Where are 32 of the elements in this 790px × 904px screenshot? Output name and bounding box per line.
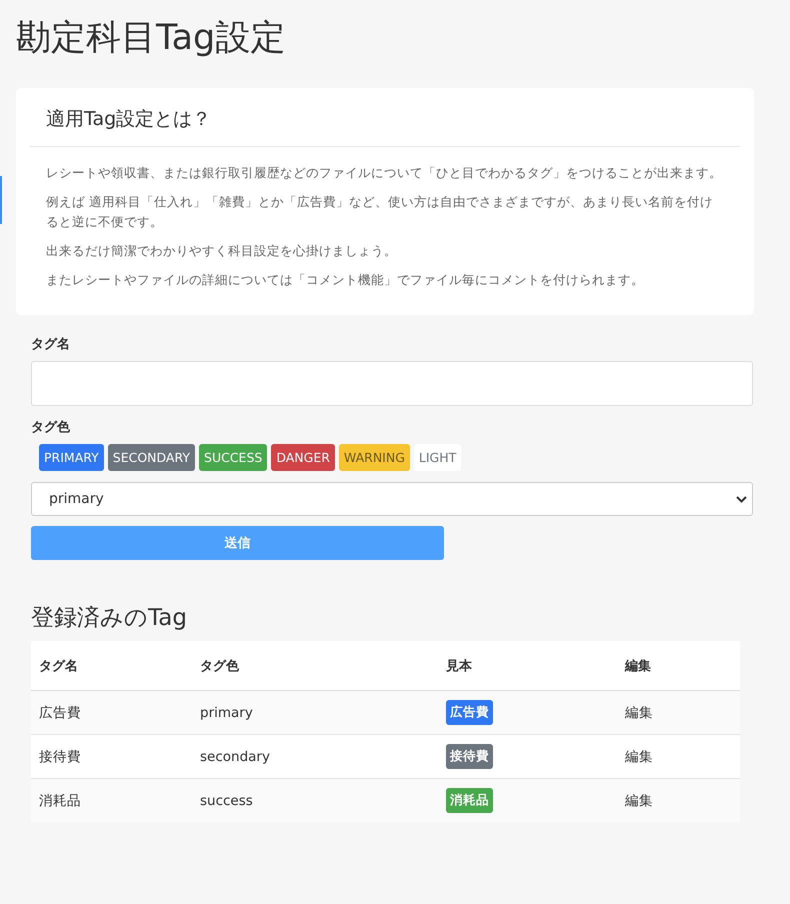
info-paragraph: 例えば 適用科目「仕入れ」「雑費」とか「広告費」など、使い方は自由でさまざまですが、あまり長い名前を付けると逆に不便です。 [46, 193, 714, 231]
table-cell: 接待費 [39, 748, 81, 764]
edit-link[interactable]: 編集 [625, 704, 653, 720]
info-paragraph: レシートや領収書、または銀行取引履歴などのファイルについて「ひと目でわかるタグ」をつけることが出来ます。 [46, 164, 723, 182]
page-title: 勘定科目Tag設定 [16, 17, 286, 60]
card-title: 適用Tag設定とは？ [45, 107, 212, 132]
tag-badge: 消耗品 [446, 788, 493, 813]
field-label: タグ名 [31, 336, 70, 353]
table-cell: success [200, 792, 253, 808]
color-option[interactable]: SECONDARY [108, 444, 196, 471]
color-option[interactable]: PRIMARY [39, 444, 104, 471]
color-option[interactable]: SUCCESS [199, 444, 268, 471]
submit-button[interactable]: 送信 [31, 526, 444, 560]
info-paragraph: またレシートやファイルの詳細については「コメント機能」でファイル毎にコメントを付けられます。 [46, 271, 645, 289]
tag-badge: 接待費 [446, 744, 493, 769]
table-cell: 消耗品 [39, 792, 81, 808]
section-title: 登録済みのTag [31, 604, 188, 633]
color-option[interactable]: WARNING [338, 444, 410, 471]
table-cell: primary [200, 704, 253, 720]
info-paragraph: 出来るだけ簡潔でわかりやすく科目設定を心掛けましょう。 [46, 242, 398, 260]
table-cell: 広告費 [39, 704, 81, 720]
accent-bar [0, 176, 2, 224]
field-label: タグ色 [31, 419, 70, 436]
color-option[interactable]: LIGHT [414, 444, 462, 471]
table-cell: secondary [200, 748, 270, 764]
edit-link[interactable]: 編集 [625, 792, 653, 808]
color-select[interactable]: primary [31, 482, 753, 516]
edit-link[interactable]: 編集 [625, 748, 653, 764]
color-option[interactable]: DANGER [271, 444, 335, 471]
chevron-down-icon [736, 496, 747, 502]
tag-name-field[interactable] [31, 361, 753, 406]
tag-badge: 広告費 [446, 700, 493, 725]
